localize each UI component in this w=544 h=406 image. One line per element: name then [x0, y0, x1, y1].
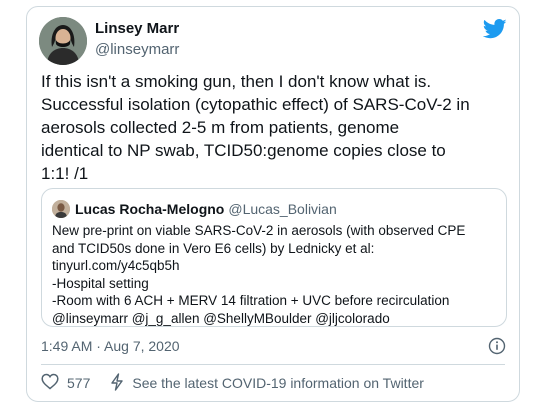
- tweet-actions: 577 See the latest COVID-19 information …: [41, 372, 424, 394]
- like-button[interactable]: 577: [41, 373, 90, 393]
- tweet-text-line: If this isn't a smoking gun, then I don'…: [41, 72, 432, 91]
- avatar[interactable]: [39, 17, 87, 65]
- heart-icon[interactable]: [41, 373, 59, 393]
- quoted-text-line: New pre-print on viable SARS-CoV-2 in ae…: [52, 223, 466, 238]
- quoted-text-line: and TCID50s done in Vero E6 cells) by Le…: [52, 240, 375, 256]
- tweet-text: If this isn't a smoking gun, then I don'…: [41, 70, 511, 185]
- lightning-icon: [110, 372, 124, 394]
- tweet-text-line: Successful isolation (cytopathic effect)…: [41, 95, 470, 114]
- covid-info-text[interactable]: See the latest COVID-19 information on T…: [132, 375, 424, 391]
- author-name[interactable]: Linsey Marr: [95, 19, 179, 39]
- quoted-tweet[interactable]: Lucas Rocha-Melogno @Lucas_Bolivian New p…: [41, 188, 507, 327]
- covid-info-link[interactable]: See the latest COVID-19 information on T…: [110, 372, 424, 394]
- quoted-text-line: -Room with 6 ACH + MERV 14 filtration + …: [52, 293, 450, 309]
- quoted-author-handle[interactable]: @Lucas_Bolivian: [228, 201, 336, 217]
- tweet-author[interactable]: Linsey Marr @linseymarr: [95, 19, 179, 60]
- quoted-text-mentions[interactable]: @linseymarr @j_g_allen @ShellyMBoulder @…: [52, 310, 502, 328]
- divider: [41, 364, 505, 365]
- tweet-card: Linsey Marr @linseymarr If this isn't a …: [26, 6, 520, 402]
- tweet-text-line: identical to NP swab, TCID50:genome copi…: [41, 141, 446, 160]
- tweet-timestamp[interactable]: 1:49 AM · Aug 7, 2020: [41, 337, 180, 355]
- quoted-author-avatar[interactable]: [52, 200, 70, 218]
- quoted-text-link[interactable]: tinyurl.com/y4c5qb5h: [52, 257, 502, 275]
- tweet-text-line: 1:1! /1: [41, 164, 89, 183]
- info-icon[interactable]: [488, 337, 506, 355]
- tweet-text-line: aerosols collected 2-5 m from patients, …: [41, 118, 400, 137]
- quoted-tweet-text: New pre-print on viable SARS-CoV-2 in ae…: [52, 222, 502, 328]
- quoted-text-line: -Hospital setting: [52, 275, 149, 291]
- author-handle[interactable]: @linseymarr: [95, 40, 179, 60]
- quoted-author-name[interactable]: Lucas Rocha-Melogno: [75, 201, 224, 217]
- quoted-author[interactable]: Lucas Rocha-Melogno @Lucas_Bolivian: [75, 200, 337, 218]
- twitter-bird-icon[interactable]: [482, 19, 507, 39]
- like-count[interactable]: 577: [67, 375, 90, 391]
